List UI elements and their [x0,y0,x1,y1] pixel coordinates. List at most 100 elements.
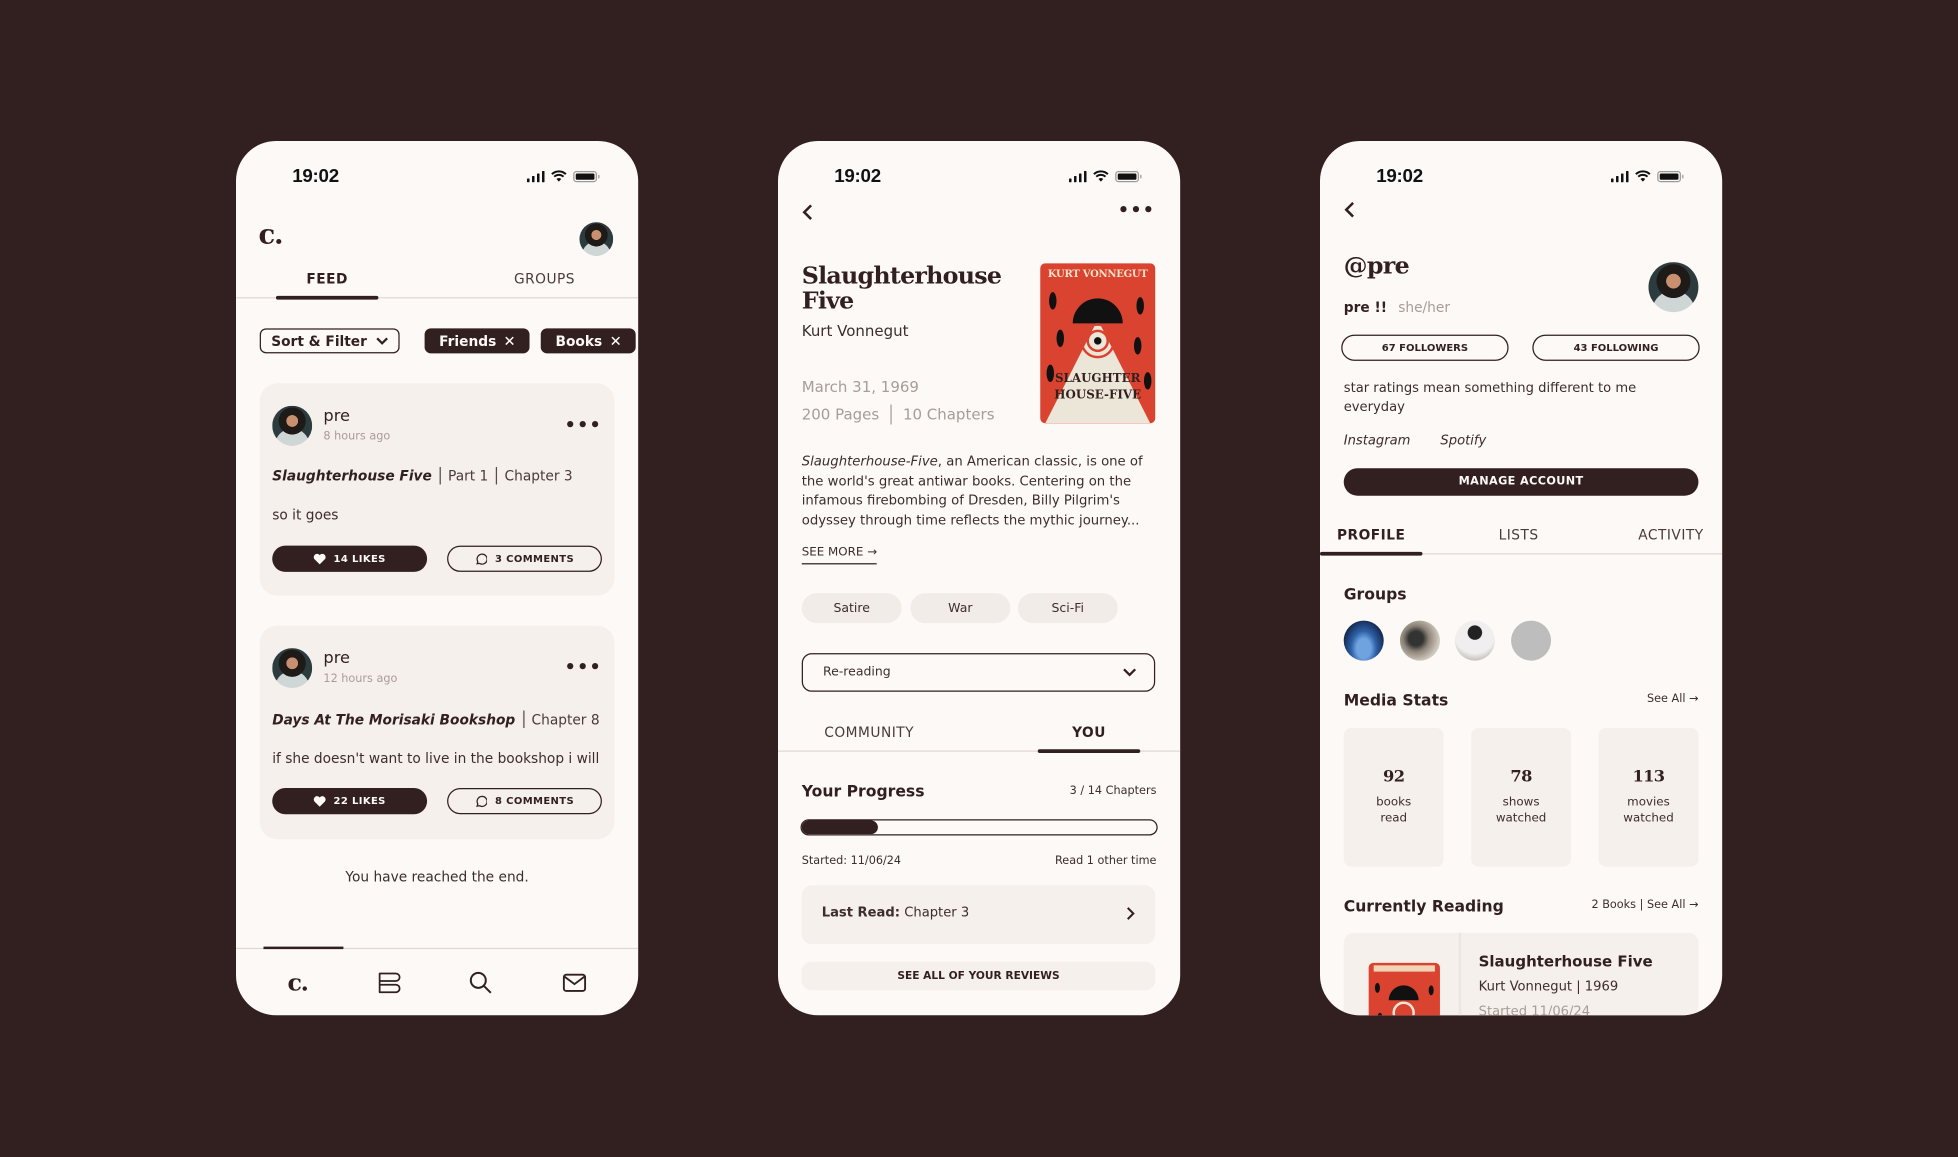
page-count: 200 Pages [801,405,880,424]
stat-card-movies[interactable]: 113 movies watched [1598,728,1699,867]
post-username[interactable]: pre [323,407,350,426]
tab-feed[interactable]: FEED [275,271,379,300]
status-time: 19:02 [292,165,339,187]
stat-card-shows[interactable]: 78 shows watched [1471,728,1572,867]
group-avatar[interactable] [1399,620,1440,661]
currently-reading-card[interactable]: Slaughterhouse Five Kurt Vonnegut | 1969… [1343,932,1699,1016]
last-read-row[interactable]: Last Read: Chapter 3 [801,885,1156,945]
filter-chip-friends[interactable]: Friends [424,328,530,354]
group-avatar[interactable] [1343,620,1384,661]
instagram-link[interactable]: Instagram [1344,433,1411,448]
post-book-title[interactable]: Days At The Morisaki Bookshop [272,711,515,727]
post-avatar[interactable] [272,648,313,689]
more-options-icon[interactable]: ••• [565,416,602,436]
like-button[interactable]: 22 LIKES [272,787,428,815]
like-button[interactable]: 14 LIKES [272,545,428,572]
stat-label: shows watched [1495,795,1547,826]
mail-icon[interactable] [562,972,587,992]
profile-tabs: PROFILE LISTS ACTIVITY [1320,527,1723,556]
more-options-icon[interactable]: ••• [565,658,602,678]
reading-started: Started 11/06/24 [1478,1004,1591,1016]
genre-tag[interactable]: Sci-Fi [1017,593,1118,624]
card-divider [1458,932,1462,1016]
followers-button[interactable]: 67 FOLLOWERS [1341,334,1509,361]
post-card[interactable]: pre 12 hours ago ••• Days At The Morisak… [259,625,615,840]
profile-links: Instagram Spotify [1344,433,1487,448]
filter-chip-label: Books [555,332,603,349]
sort-filter-button[interactable]: Sort & Filter [259,328,400,354]
tab-community[interactable]: COMMUNITY [804,724,934,750]
status-time: 19:02 [1376,165,1423,187]
genre-tag[interactable]: War [910,593,1011,624]
reading-status-value: Re-reading [822,665,891,680]
home-logo-icon[interactable]: c. [287,968,308,995]
genre-tag[interactable]: Satire [801,593,902,624]
see-more-link[interactable]: SEE MORE → [801,546,878,565]
cover-art [1368,962,1440,1016]
signal-icon [1610,170,1629,182]
filter-chip-books[interactable]: Books [540,328,636,354]
chevron-down-icon [376,336,388,345]
comment-icon [476,552,488,565]
progress-bar-fill [801,820,878,835]
media-stats-see-all[interactable]: See All → [1647,693,1698,705]
post-username[interactable]: pre [323,649,350,668]
post-book-title[interactable]: Slaughterhouse Five [272,468,432,484]
stat-label: movies watched [1623,795,1674,826]
book-cover-thumbnail [1368,962,1440,1016]
like-count: 22 LIKES [333,795,386,807]
following-button[interactable]: 43 FOLLOWING [1532,334,1700,361]
group-avatar[interactable] [1511,620,1552,661]
progress-count: 3 / 14 Chapters [1069,785,1157,798]
tab-activity[interactable]: ACTIVITY [1620,527,1722,553]
reading-status-select[interactable]: Re-reading [801,653,1156,692]
spotify-link[interactable]: Spotify [1440,433,1486,448]
post-part: Part 1 [448,467,489,484]
started-date: Started: 11/06/24 [801,855,902,868]
comment-button[interactable]: 3 COMMENTS [447,545,602,572]
book-title: Slaughterhouse Five [801,262,1002,315]
back-icon[interactable] [802,203,814,220]
comment-button[interactable]: 8 COMMENTS [447,787,602,815]
post-card[interactable]: pre 8 hours ago ••• Slaughterhouse Five … [259,383,615,596]
post-text: if she doesn't want to live in the books… [272,750,600,767]
stat-card-books[interactable]: 92 books read [1343,728,1444,867]
stat-value: 92 [1383,767,1405,787]
close-icon[interactable] [611,336,621,346]
feed-tabs: FEED GROUPS [236,271,639,300]
see-all-reviews-button[interactable]: SEE ALL OF YOUR REVIEWS [801,961,1156,991]
battery-icon [1115,170,1142,182]
book-description: Slaughterhouse-Five, an American classic… [802,453,1157,530]
reading-book-subtitle: Kurt Vonnegut | 1969 [1478,979,1619,995]
back-icon[interactable] [1344,201,1356,218]
profile-screen: 19:02 @pre pre !! she/her 67 FOLLOWERS 4… [1320,141,1723,1016]
book-detail-screen: 19:02 ••• Slaughterhouse Five Kurt Vonne… [778,141,1181,1016]
end-of-feed-message: You have reached the end. [345,869,529,886]
tab-groups[interactable]: GROUPS [493,271,595,297]
post-chapter: Chapter 8 [531,711,600,728]
tab-profile[interactable]: PROFILE [1320,527,1423,556]
wifi-icon [1093,170,1109,182]
status-bar: 19:02 [834,163,1142,188]
books-stack-icon[interactable] [376,971,401,993]
description-title: Slaughterhouse-Five [801,454,938,470]
search-icon[interactable] [469,970,494,995]
book-author[interactable]: Kurt Vonnegut [802,322,909,339]
user-avatar[interactable] [579,222,614,256]
heart-icon [313,553,326,565]
filter-chip-label: Friends [439,332,497,349]
close-icon[interactable] [505,336,515,346]
more-options-icon[interactable]: ••• [1118,201,1155,221]
book-cover[interactable]: KURT VONNEGUT SLAUGHTER HOUSE-FIVE [1040,263,1156,424]
currently-reading-meta[interactable]: 2 Books | See All → [1591,899,1698,911]
display-name: pre !! [1343,299,1387,316]
publish-date: March 31, 1969 [801,378,919,396]
tab-lists[interactable]: LISTS [1470,527,1567,553]
post-timestamp: 8 hours ago [323,430,391,444]
post-avatar[interactable] [272,405,313,446]
group-avatar[interactable] [1454,620,1495,661]
manage-account-button[interactable]: MANAGE ACCOUNT [1343,468,1699,496]
tab-you[interactable]: YOU [1037,724,1141,754]
post-chapter: Chapter 3 [504,467,573,484]
profile-avatar[interactable] [1648,262,1699,313]
